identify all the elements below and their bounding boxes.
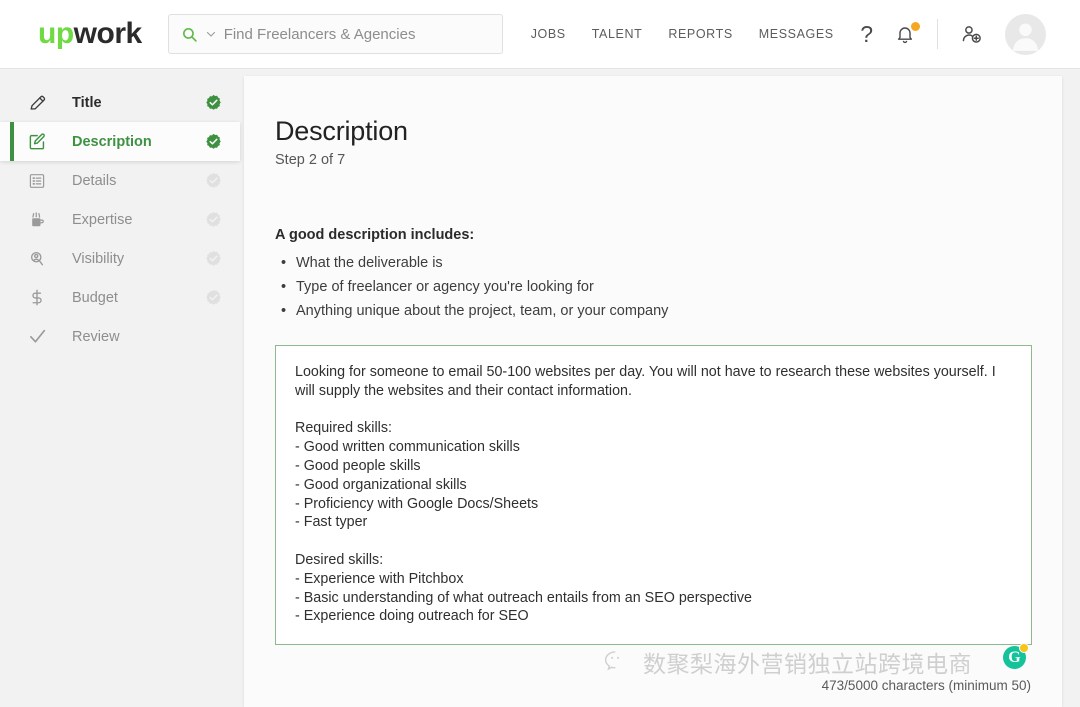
main-content: Description Step 2 of 7 A good descripti…: [240, 69, 1080, 707]
dollar-icon: [28, 288, 54, 307]
edit-note-icon: [28, 132, 54, 151]
nav-item-reports[interactable]: REPORTS: [668, 27, 732, 41]
chevron-down-icon[interactable]: [205, 28, 217, 40]
nav-item-jobs[interactable]: JOBS: [531, 27, 566, 41]
header-divider: [937, 19, 938, 49]
sidebar-item-budget[interactable]: Budget: [0, 278, 240, 317]
grammarly-alert-dot: [1019, 643, 1029, 653]
list-item: Anything unique about the project, team,…: [275, 299, 1032, 323]
step-complete-badge: [205, 133, 222, 150]
upwork-logo[interactable]: upwork: [38, 19, 142, 49]
grammarly-icon[interactable]: G: [1003, 646, 1026, 669]
sidebar-item-description[interactable]: Description: [0, 122, 240, 161]
step-pending-badge: [205, 172, 222, 189]
sidebar-item-label: Title: [72, 95, 102, 111]
sidebar-item-label: Review: [72, 329, 120, 345]
check-icon: [28, 327, 54, 346]
sidebar-item-visibility[interactable]: Visibility: [0, 239, 240, 278]
hand-raise-icon: [28, 211, 54, 229]
step-complete-badge: [205, 94, 222, 111]
primary-nav: JOBS TALENT REPORTS MESSAGES: [531, 27, 834, 41]
description-step-card: Description Step 2 of 7 A good descripti…: [244, 76, 1062, 707]
sidebar-item-review[interactable]: Review: [0, 317, 240, 356]
sidebar-item-label: Budget: [72, 290, 118, 306]
help-icon[interactable]: ?: [860, 23, 873, 46]
header-actions: ?: [860, 14, 1046, 55]
page-title: Description: [275, 116, 1032, 147]
sidebar-item-label: Description: [72, 134, 152, 150]
list-icon: [28, 172, 54, 190]
description-textarea[interactable]: Looking for someone to email 50-100 webs…: [275, 345, 1032, 645]
sidebar-item-details[interactable]: Details: [0, 161, 240, 200]
search-icon[interactable]: [181, 26, 198, 43]
page-body: Title Description: [0, 69, 1080, 707]
nav-item-talent[interactable]: TALENT: [592, 27, 643, 41]
sidebar-item-label: Expertise: [72, 212, 132, 228]
nav-item-messages[interactable]: MESSAGES: [759, 27, 834, 41]
person-search-icon: [28, 250, 54, 268]
list-item: What the deliverable is: [275, 251, 1032, 275]
logo-text-work: work: [74, 17, 142, 50]
search-bar[interactable]: Find Freelancers & Agencies: [168, 14, 503, 54]
logo-text-up: up: [38, 17, 74, 50]
notifications-bell-icon[interactable]: [895, 24, 915, 45]
user-avatar[interactable]: [1005, 14, 1046, 55]
notification-badge-dot: [911, 22, 920, 31]
step-pending-badge: [205, 289, 222, 306]
step-pending-badge: [205, 250, 222, 267]
sidebar-item-label: Details: [72, 173, 116, 189]
sidebar-item-title[interactable]: Title: [0, 83, 240, 122]
list-item: Type of freelancer or agency you're look…: [275, 275, 1032, 299]
top-header: upwork Find Freelancers & Agencies JOBS …: [0, 0, 1080, 69]
pencil-icon: [28, 93, 54, 112]
search-input-placeholder[interactable]: Find Freelancers & Agencies: [224, 26, 416, 43]
add-person-icon[interactable]: [960, 23, 983, 45]
character-counter: 473/5000 characters (minimum 50): [822, 678, 1031, 693]
hint-list: What the deliverable is Type of freelanc…: [275, 251, 1032, 323]
hint-heading: A good description includes:: [275, 227, 1032, 243]
step-sidebar: Title Description: [0, 69, 240, 707]
step-indicator: Step 2 of 7: [275, 152, 1032, 168]
sidebar-item-expertise[interactable]: Expertise: [0, 200, 240, 239]
sidebar-item-label: Visibility: [72, 251, 124, 267]
step-pending-badge: [205, 211, 222, 228]
